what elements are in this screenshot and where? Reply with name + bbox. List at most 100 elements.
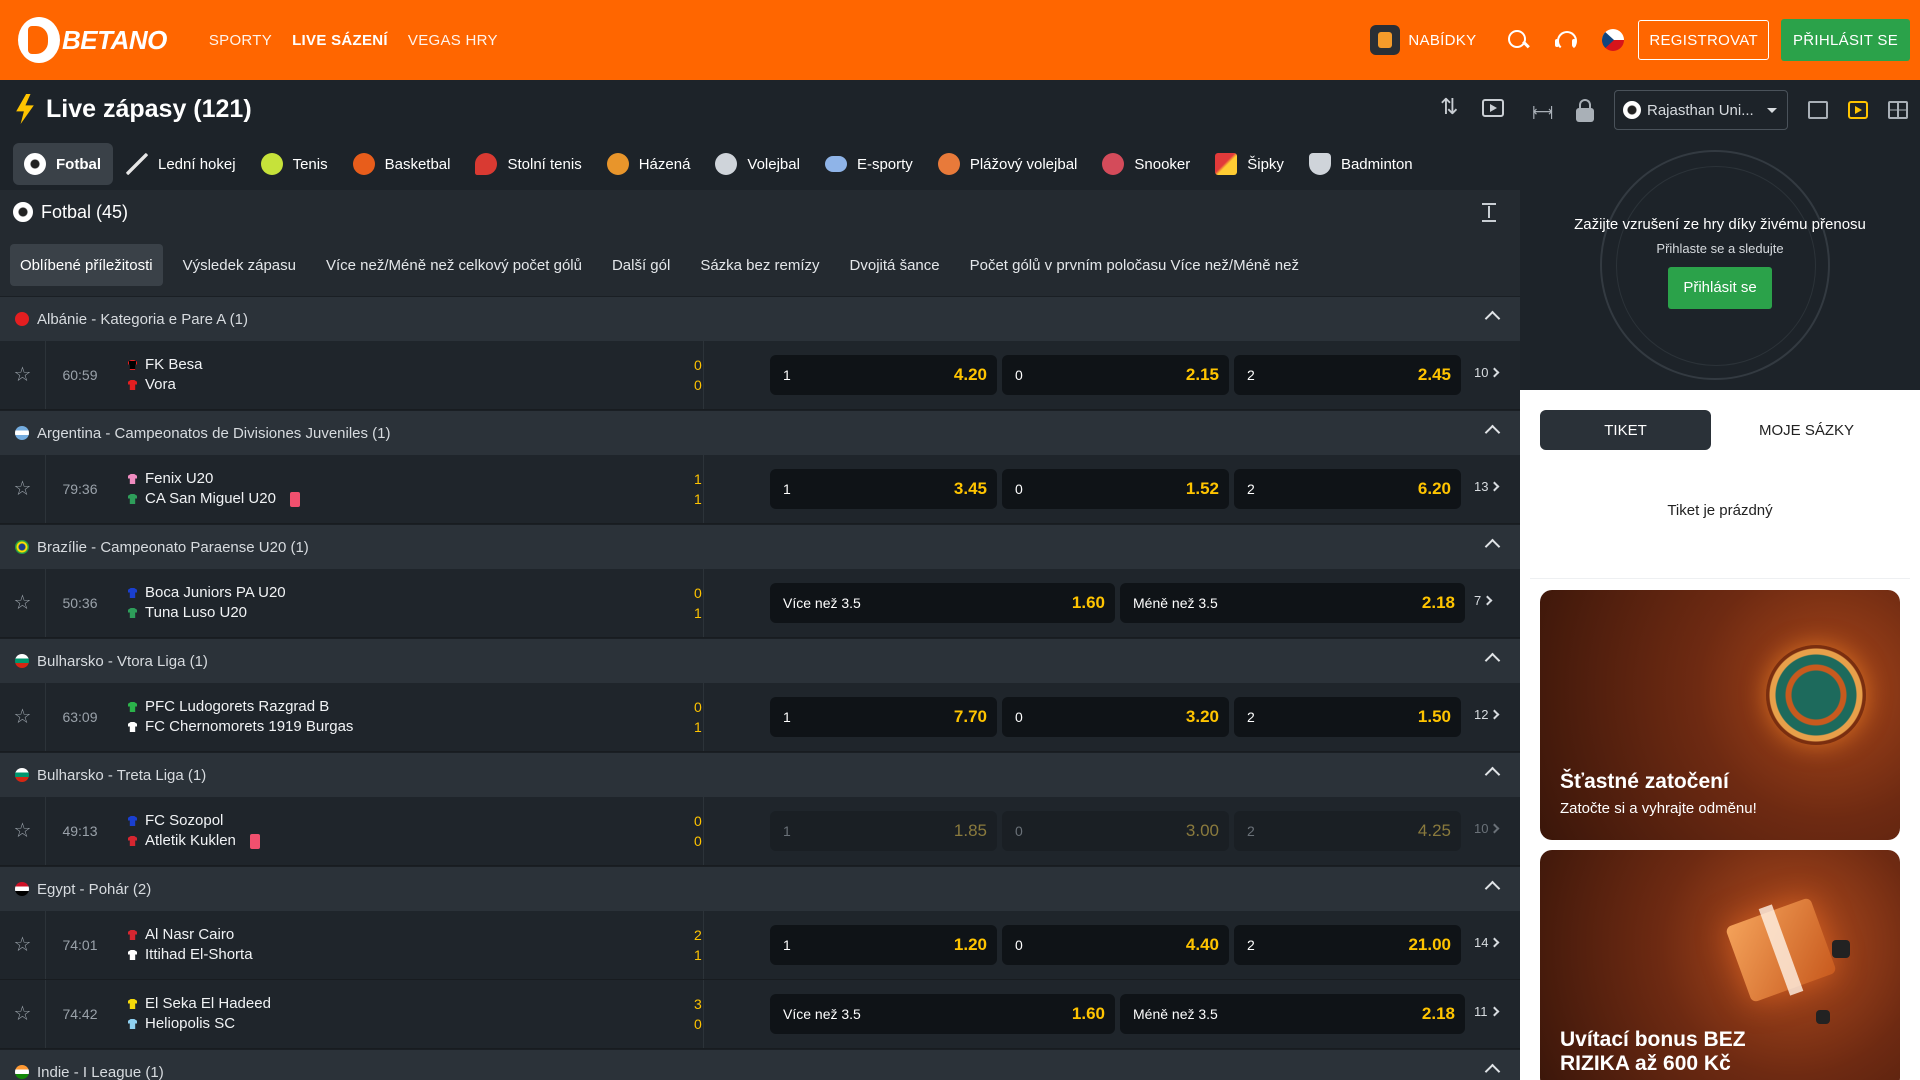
- betano-logo[interactable]: BETANO: [18, 17, 167, 63]
- chevron-up-icon[interactable]: [1484, 538, 1501, 555]
- more-markets-link[interactable]: 10: [1474, 821, 1500, 836]
- more-markets-link[interactable]: 7: [1474, 593, 1493, 608]
- market-tab-favorites[interactable]: Oblíbené příležitosti: [10, 244, 163, 286]
- match-row[interactable]: ☆ 79:36 Fenix U20 CA San Miguel U20 11 1…: [0, 455, 1520, 524]
- favorite-star-icon[interactable]: ☆: [0, 797, 46, 865]
- favorite-star-icon[interactable]: ☆: [0, 980, 46, 1048]
- play-video-icon[interactable]: [1848, 101, 1868, 119]
- favorite-star-icon[interactable]: ☆: [0, 683, 46, 751]
- odd-button[interactable]: 2 21.00: [1234, 925, 1461, 965]
- odd-button[interactable]: 1 4.20: [770, 355, 997, 395]
- tab-tennis[interactable]: Tenis: [250, 143, 340, 185]
- grid-icon[interactable]: [1888, 101, 1908, 119]
- match-row[interactable]: ☆ 63:09 PFC Ludogorets Razgrad B FC Cher…: [0, 683, 1520, 752]
- chevron-up-icon[interactable]: [1484, 766, 1501, 783]
- tab-ice-hockey[interactable]: Lední hokej: [115, 143, 248, 185]
- match-row[interactable]: ☆ 49:13 FC Sozopol Atletik Kuklen 00 1 1.…: [0, 797, 1520, 866]
- odd-button[interactable]: 2 6.20: [1234, 469, 1461, 509]
- match-row[interactable]: ☆ 60:59 FK Besa Vora 00 1 4.20 0 2.15 2 2.4…: [0, 341, 1520, 410]
- nav-vegas-games[interactable]: VEGAS HRY: [398, 32, 508, 49]
- tab-handball[interactable]: Házená: [596, 143, 703, 185]
- more-markets-link[interactable]: 10: [1474, 365, 1500, 380]
- market-tab-double-chance[interactable]: Dvojitá šance: [840, 244, 950, 286]
- league-header[interactable]: Bulharsko - Vtora Liga (1): [0, 638, 1520, 683]
- handball-icon: [606, 153, 629, 175]
- basketball-icon: [352, 153, 375, 175]
- nav-live-betting[interactable]: LIVE SÁZENÍ: [282, 32, 398, 49]
- chevron-up-icon[interactable]: [1484, 310, 1501, 327]
- tab-darts[interactable]: Šipky: [1204, 143, 1296, 185]
- odd-button[interactable]: 1 1.20: [770, 925, 997, 965]
- lock-icon[interactable]: [1576, 99, 1594, 122]
- more-markets-link[interactable]: 12: [1474, 707, 1500, 722]
- match-row[interactable]: ☆ 50:36 Boca Juniors PA U20 Tuna Luso U2…: [0, 569, 1520, 638]
- snooker-icon: [1102, 153, 1125, 175]
- odd-button[interactable]: Více než 3.5 1.60: [770, 583, 1115, 623]
- odd-button[interactable]: 0 1.52: [1002, 469, 1229, 509]
- offers-button[interactable]: NABÍDKY: [1370, 25, 1476, 55]
- odd-button[interactable]: 0 2.15: [1002, 355, 1229, 395]
- league-header[interactable]: Brazílie - Campeonato Paraense U20 (1): [0, 524, 1520, 569]
- tab-volleyball[interactable]: Volejbal: [704, 143, 812, 185]
- market-tab-draw-no-bet[interactable]: Sázka bez remízy: [690, 244, 829, 286]
- odd-button[interactable]: 2 2.45: [1234, 355, 1461, 395]
- match-row[interactable]: ☆ 74:42 El Seka El Hadeed Heliopolis SC …: [0, 980, 1520, 1049]
- tab-my-bets[interactable]: MOJE SÁZKY: [1721, 410, 1892, 450]
- event-select[interactable]: Rajasthan Uni...: [1614, 90, 1788, 130]
- more-markets-link[interactable]: 13: [1474, 479, 1500, 494]
- tab-snooker[interactable]: Snooker: [1091, 143, 1202, 185]
- promo-lucky-spin[interactable]: Šťastné zatočení Zatočte si a vyhrajte o…: [1540, 590, 1900, 840]
- tab-badminton[interactable]: Badminton: [1298, 143, 1425, 185]
- tab-basketball[interactable]: Basketbal: [342, 143, 463, 185]
- more-markets-link[interactable]: 14: [1474, 935, 1500, 950]
- match-row[interactable]: ☆ 74:01 Al Nasr Cairo Ittihad El-Shorta …: [0, 911, 1520, 980]
- collapse-all-icon[interactable]: [1482, 202, 1496, 222]
- tab-ticket[interactable]: TIKET: [1540, 410, 1711, 450]
- headset-icon[interactable]: [1554, 28, 1578, 52]
- league-header[interactable]: Bulharsko - Treta Liga (1): [0, 752, 1520, 797]
- chevron-up-icon[interactable]: [1484, 1063, 1501, 1080]
- market-tab-next-goal[interactable]: Další gól: [602, 244, 680, 286]
- league-header[interactable]: Indie - I League (1): [0, 1049, 1520, 1080]
- odd-button[interactable]: 1 3.45: [770, 469, 997, 509]
- stream-login-button[interactable]: Přihlásit se: [1668, 267, 1772, 309]
- odd-button[interactable]: Méně než 3.5 2.18: [1120, 583, 1465, 623]
- favorite-star-icon[interactable]: ☆: [0, 341, 46, 409]
- favorite-star-icon[interactable]: ☆: [0, 455, 46, 523]
- league-header[interactable]: Argentina - Campeonatos de Divisiones Ju…: [0, 410, 1520, 455]
- odd-button[interactable]: Více než 3.5 1.60: [770, 994, 1115, 1034]
- market-tab-first-half-goals[interactable]: Počet gólů v prvním poločasu Více než/Mé…: [960, 244, 1309, 286]
- login-button[interactable]: PŘIHLÁSIT SE: [1780, 19, 1910, 61]
- market-tab-match-result[interactable]: Výsledek zápasu: [173, 244, 306, 286]
- home-shirt-icon: [128, 999, 137, 1009]
- league-header[interactable]: Albánie - Kategoria e Pare A (1): [0, 296, 1520, 341]
- stats-icon[interactable]: [1808, 101, 1828, 119]
- logo-text: BETANO: [62, 24, 167, 55]
- czech-flag-icon[interactable]: [1602, 29, 1625, 51]
- search-icon[interactable]: [1506, 28, 1530, 52]
- odd-button[interactable]: 1 7.70: [770, 697, 997, 737]
- market-tab-total-goals[interactable]: Více než/Méně než celkový počet gólů: [316, 244, 592, 286]
- more-markets-link[interactable]: 11: [1474, 1004, 1499, 1019]
- register-button[interactable]: REGISTROVAT: [1638, 20, 1769, 60]
- tab-table-tennis[interactable]: Stolní tenis: [464, 143, 593, 185]
- expand-width-icon[interactable]: [1532, 103, 1556, 121]
- tab-esports[interactable]: E-sporty: [814, 143, 925, 185]
- chevron-up-icon[interactable]: [1484, 424, 1501, 441]
- nav-sports[interactable]: SPORTY: [199, 32, 282, 49]
- sort-icon[interactable]: [1438, 94, 1460, 120]
- odd-button[interactable]: 0 3.20: [1002, 697, 1229, 737]
- live-stream-icon[interactable]: [1482, 99, 1504, 117]
- tab-football[interactable]: Fotbal: [13, 143, 113, 185]
- odd-button[interactable]: 2 1.50: [1234, 697, 1461, 737]
- chevron-right-icon: [1490, 823, 1500, 834]
- league-header[interactable]: Egypt - Pohár (2): [0, 866, 1520, 911]
- favorite-star-icon[interactable]: ☆: [0, 569, 46, 637]
- chevron-up-icon[interactable]: [1484, 880, 1501, 897]
- chevron-up-icon[interactable]: [1484, 652, 1501, 669]
- promo-welcome-bonus[interactable]: Uvítací bonus BEZ RIZIKA až 600 Kč: [1540, 850, 1900, 1080]
- favorite-star-icon[interactable]: ☆: [0, 911, 46, 979]
- tab-beach-volleyball[interactable]: Plážový volejbal: [927, 143, 1090, 185]
- odd-button[interactable]: 0 4.40: [1002, 925, 1229, 965]
- odd-button[interactable]: Méně než 3.5 2.18: [1120, 994, 1465, 1034]
